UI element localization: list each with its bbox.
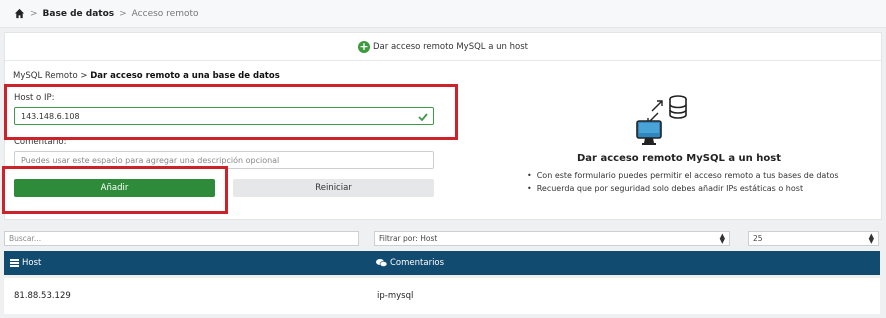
sub-breadcrumb-parent[interactable]: MySQL Remoto: [13, 71, 78, 81]
table-header: Host Comentarios: [4, 251, 880, 275]
table-row: 81.88.53.129 ip-mysql: [4, 278, 880, 314]
filter-select[interactable]: Filtrar por: Host ▲ ▼: [374, 231, 730, 246]
column-header-comments-label: Comentarios: [390, 258, 445, 268]
sub-breadcrumb-current: Dar acceso remoto a una base de datos: [90, 71, 280, 81]
card-header: + Dar acceso remoto MySQL a un host: [5, 33, 881, 61]
search-placeholder: Buscar...: [9, 234, 42, 243]
sub-breadcrumb-separator: >: [80, 71, 88, 81]
plus-circle-icon: +: [358, 40, 371, 53]
breadcrumb-item-base-de-datos[interactable]: Base de datos: [43, 9, 115, 19]
column-header-host-label: Host: [22, 258, 42, 268]
page-size-select[interactable]: 25 ▲ ▼: [748, 231, 879, 246]
breadcrumb-separator: >: [30, 8, 38, 19]
cell-comment: ip-mysql: [377, 291, 414, 301]
breadcrumb-separator: >: [119, 8, 127, 19]
list-icon: [10, 259, 19, 267]
cell-host: 81.88.53.129: [14, 291, 71, 301]
database-monitor-illustration: [636, 95, 687, 145]
highlight-box-add: [2, 166, 228, 214]
info-bullet: Recuerda que por seguridad solo debes añ…: [527, 182, 839, 195]
info-list: Con este formulario puedes permitir el a…: [527, 169, 839, 195]
filter-select-value: Filtrar por: Host: [379, 234, 438, 243]
page-size-value: 25: [753, 234, 763, 243]
comment-input-placeholder: Puedes usar este espacio para agregar un…: [21, 155, 280, 165]
info-bullet: Con este formulario puedes permitir el a…: [527, 169, 839, 182]
breadcrumb-item-acceso-remoto: Acceso remoto: [131, 8, 199, 19]
column-header-host[interactable]: Host: [10, 251, 41, 275]
card-header-title: Dar acceso remoto MySQL a un host: [373, 41, 528, 52]
search-input[interactable]: Buscar...: [4, 231, 359, 246]
highlight-box-host: [4, 84, 458, 140]
home-icon[interactable]: [14, 8, 25, 19]
select-arrows-icon: ▲ ▼: [719, 232, 725, 245]
column-header-comments[interactable]: Comentarios: [376, 251, 444, 275]
reset-button[interactable]: Reiniciar: [233, 179, 434, 197]
comments-icon: [376, 259, 387, 267]
select-arrows-icon: ▲ ▼: [868, 232, 874, 245]
sub-breadcrumb: MySQL Remoto > Dar acceso remoto a una b…: [13, 71, 280, 81]
breadcrumb: > Base de datos > Acceso remoto: [0, 0, 886, 28]
info-title: Dar acceso remoto MySQL a un host: [577, 153, 781, 164]
